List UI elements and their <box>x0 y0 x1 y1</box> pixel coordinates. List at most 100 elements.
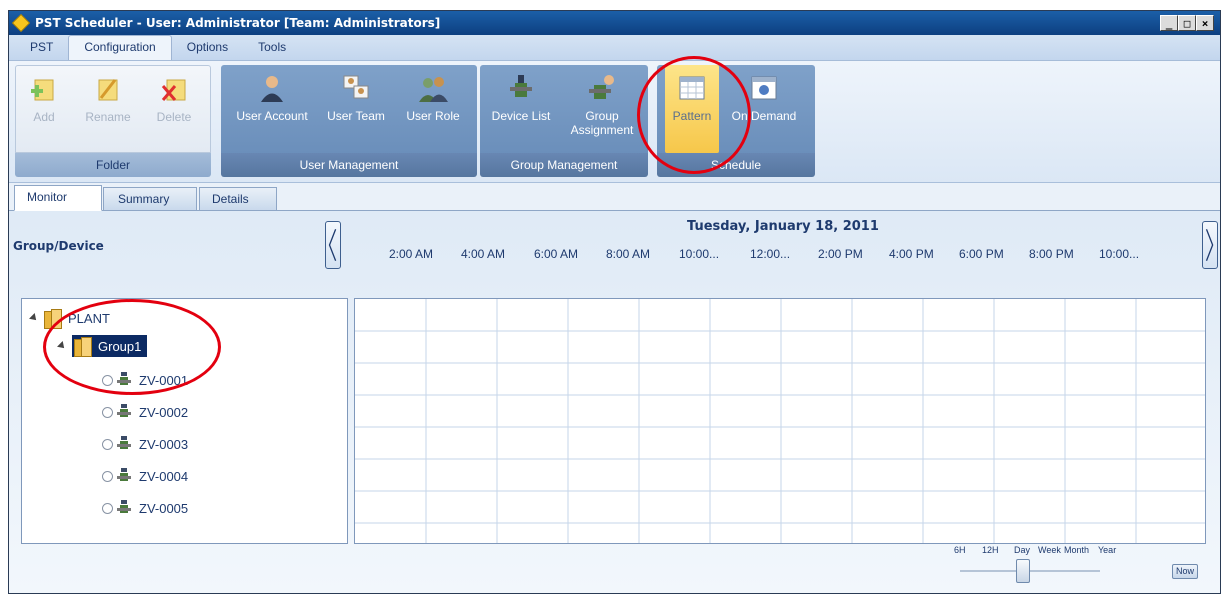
chevron-left-icon <box>328 229 337 261</box>
radio-icon[interactable] <box>102 406 113 418</box>
tree-label: ZV-0005 <box>139 500 189 516</box>
radio-icon[interactable] <box>102 502 113 514</box>
title-bar[interactable]: PST Scheduler - User: Administrator [Tea… <box>9 11 1220 35</box>
now-button[interactable]: Now <box>1172 564 1198 579</box>
valve-device-icon <box>117 500 131 513</box>
previous-date-button[interactable] <box>325 221 341 269</box>
time-label: 10:00... <box>1099 247 1140 261</box>
time-label: 4:00 AM <box>461 247 506 261</box>
zoom-level-label[interactable]: Day <box>1014 545 1030 555</box>
tree-node-device[interactable]: ZV-0001 <box>102 369 188 391</box>
tab-summary[interactable]: Summary <box>103 187 197 211</box>
user-role-label: User Role <box>406 109 460 123</box>
tree-label: ZV-0004 <box>139 468 189 484</box>
zoom-level-label[interactable]: 6H <box>954 545 966 555</box>
tree-node-device[interactable]: ZV-0005 <box>102 497 188 519</box>
menu-tab-pst[interactable]: PST <box>15 36 68 60</box>
user-account-button[interactable]: User Account <box>229 65 315 153</box>
menu-tab-options[interactable]: Options <box>172 36 243 60</box>
minimize-icon[interactable]: _ <box>1160 15 1178 31</box>
ribbon-group-label: Schedule <box>657 153 815 177</box>
valve-device-icon <box>117 436 131 449</box>
time-label: 10:00... <box>679 247 720 261</box>
user-role-button[interactable]: User Role <box>397 65 469 153</box>
time-label: 4:00 PM <box>889 247 934 261</box>
ribbon-group-schedule-body: Pattern On Demand <box>657 65 815 153</box>
folder-rename-icon <box>98 79 118 101</box>
time-label: 6:00 PM <box>959 247 1004 261</box>
pattern-button[interactable]: Pattern <box>665 65 719 153</box>
chevron-right-icon <box>1205 229 1214 261</box>
ribbon-group-group-body: Device List Group Assignment <box>480 65 648 153</box>
radio-icon[interactable] <box>102 470 113 482</box>
window-title: PST Scheduler - User: Administrator [Tea… <box>35 16 441 30</box>
app-diamond-icon <box>11 13 31 33</box>
rename-label: Rename <box>85 110 131 124</box>
ribbon: Add Rename Delete Folder User Account Us… <box>9 61 1220 183</box>
ribbon-group-schedule: Pattern On Demand Schedule <box>657 65 815 177</box>
tree-node-device[interactable]: ZV-0003 <box>102 433 188 455</box>
group-assignment-icon <box>589 75 614 99</box>
tree-node-group[interactable]: Group1 <box>57 335 148 357</box>
delete-folder-button[interactable]: Delete <box>146 66 202 154</box>
zoom-level-label[interactable]: Year <box>1098 545 1116 555</box>
menu-tab-configuration[interactable]: Configuration <box>68 35 172 60</box>
calendar-pattern-icon <box>679 76 705 100</box>
add-label: Add <box>33 110 55 124</box>
time-label: 8:00 AM <box>606 247 651 261</box>
tree-node-device[interactable]: ZV-0002 <box>102 401 188 423</box>
app-window: PST Scheduler - User: Administrator [Tea… <box>8 10 1221 594</box>
tab-monitor[interactable]: Monitor <box>14 185 102 211</box>
zoom-level-label[interactable]: 12H <box>982 545 999 555</box>
ribbon-group-label: Group Management <box>480 153 648 177</box>
time-label: 12:00... <box>750 247 791 261</box>
tree-label: Group1 <box>98 338 142 354</box>
user-role-icon <box>419 77 448 102</box>
ribbon-group-user-management: User Account User Team User Role User Ma… <box>221 65 477 177</box>
valve-device-icon <box>117 404 131 417</box>
tab-details[interactable]: Details <box>199 187 277 211</box>
device-list-icon <box>510 75 532 97</box>
group-assignment-label: Group Assignment <box>570 109 634 137</box>
radio-icon[interactable] <box>102 374 113 386</box>
user-account-label: User Account <box>236 109 308 123</box>
tree-node-plant[interactable]: PLANT <box>29 307 110 329</box>
valve-device-icon <box>117 468 131 481</box>
maximize-icon[interactable]: □ <box>1178 15 1196 31</box>
device-list-button[interactable]: Device List <box>486 65 556 153</box>
close-icon[interactable]: × <box>1196 15 1214 31</box>
schedule-grid[interactable] <box>354 298 1206 544</box>
zoom-slider-thumb[interactable] <box>1016 559 1030 583</box>
ribbon-group-folder-body: Add Rename Delete <box>15 65 211 153</box>
folder-icon <box>44 309 64 329</box>
zoom-slider-track[interactable] <box>960 570 1100 572</box>
radio-icon[interactable] <box>102 438 113 450</box>
tree-label: ZV-0002 <box>139 404 189 420</box>
next-date-button[interactable] <box>1202 221 1218 269</box>
menu-bar: PST Configuration Options Tools <box>9 35 1220 61</box>
zoom-level-label[interactable]: Week <box>1038 545 1061 555</box>
tree-node-device[interactable]: ZV-0004 <box>102 465 188 487</box>
user-team-button[interactable]: User Team <box>317 65 395 153</box>
user-team-icon <box>343 75 369 99</box>
time-label: 2:00 AM <box>389 247 434 261</box>
folder-add-icon <box>31 79 54 101</box>
zoom-level-label[interactable]: Month <box>1064 545 1089 555</box>
delete-label: Delete <box>156 110 192 124</box>
calendar-on-demand-icon <box>751 76 777 100</box>
rename-folder-button[interactable]: Rename <box>78 66 138 154</box>
add-folder-button[interactable]: Add <box>20 66 68 154</box>
tree-label: ZV-0001 <box>139 372 189 388</box>
expand-arrow-icon[interactable] <box>29 313 39 323</box>
group-assignment-button[interactable]: Group Assignment <box>562 65 642 153</box>
selected-node[interactable]: Group1 <box>72 335 148 357</box>
pattern-label: Pattern <box>672 109 712 123</box>
expand-arrow-icon[interactable] <box>57 341 67 351</box>
ribbon-group-folder: Add Rename Delete Folder <box>15 65 211 177</box>
menu-tab-tools[interactable]: Tools <box>243 36 301 60</box>
schedule-grid-lines <box>355 299 1205 543</box>
device-tree[interactable]: PLANT Group1 ZV-0001 ZV-0002 ZV-0003 ZV-… <box>21 298 348 544</box>
on-demand-button[interactable]: On Demand <box>723 65 805 153</box>
tree-header: Group/Device <box>13 239 104 253</box>
time-label: 6:00 AM <box>534 247 579 261</box>
